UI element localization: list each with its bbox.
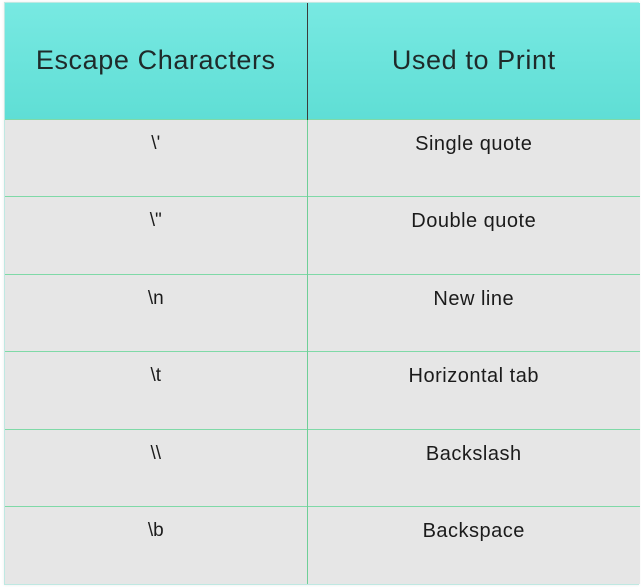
escape-cell: \\	[5, 428, 308, 507]
header-used-to-print: Used to Print	[307, 3, 640, 119]
escape-cell: \t	[5, 351, 308, 429]
table-body: \' Single quote \" Double quote \n New l…	[5, 118, 640, 584]
header-row: Escape Characters Used to Print	[5, 3, 640, 119]
meaning-cell: Backslash	[307, 428, 640, 507]
meaning-cell: Double quote	[307, 196, 640, 274]
table-row: \" Double quote	[5, 196, 640, 274]
table-row: \\ Backslash	[5, 428, 640, 507]
escape-characters-table: Escape Characters Used to Print \' Singl…	[5, 3, 640, 584]
table-row: \n New line	[5, 273, 640, 352]
table-row: \b Backspace	[5, 506, 640, 584]
meaning-cell: Horizontal tab	[307, 351, 640, 429]
header-escape-characters: Escape Characters	[5, 3, 308, 119]
table-row: \t Horizontal tab	[5, 351, 640, 429]
escape-cell: \'	[5, 118, 308, 197]
meaning-cell: Single quote	[307, 118, 640, 197]
escape-characters-table-container: Escape Characters Used to Print \' Singl…	[4, 2, 640, 585]
meaning-cell: New line	[307, 273, 640, 352]
escape-cell: \b	[5, 506, 308, 584]
meaning-cell: Backspace	[307, 506, 640, 584]
table-row: \' Single quote	[5, 118, 640, 197]
escape-cell: \n	[5, 273, 308, 352]
table-header: Escape Characters Used to Print	[5, 3, 640, 119]
escape-cell: \"	[5, 196, 308, 274]
